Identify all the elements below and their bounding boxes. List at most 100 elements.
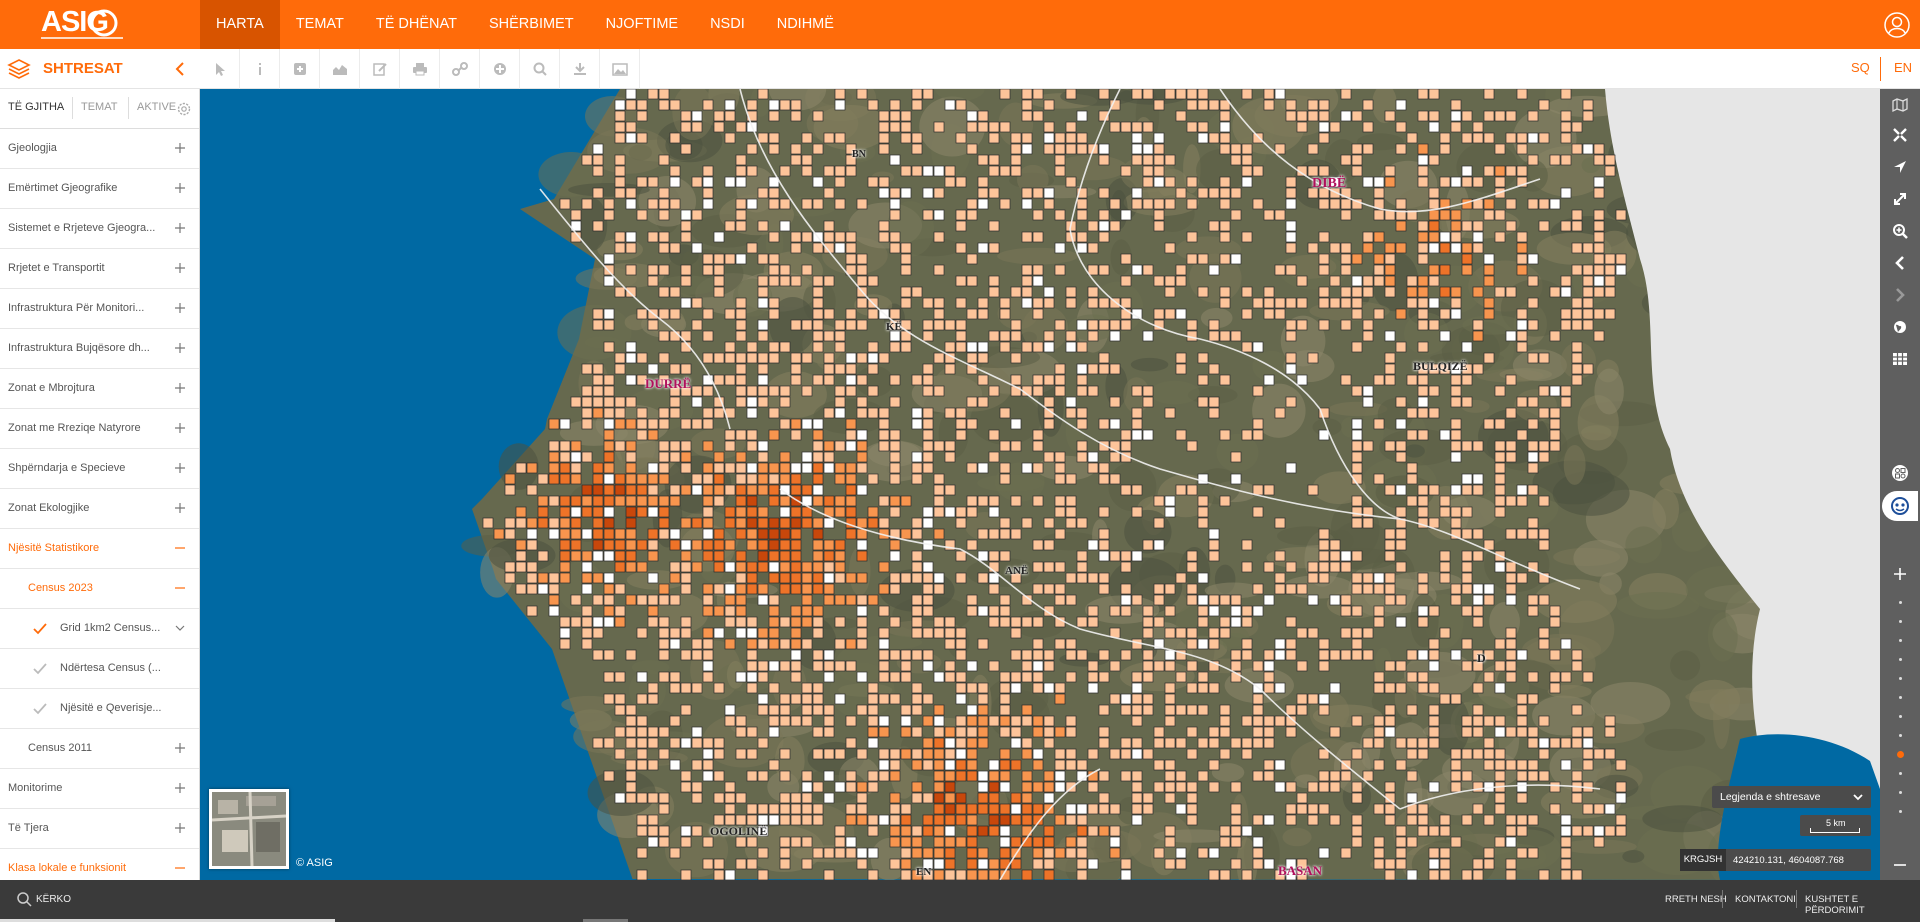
shapes-button[interactable]	[1880, 457, 1920, 489]
layer-row[interactable]: Infrastruktura Bujqësore dh...	[0, 329, 199, 369]
zoom-step[interactable]	[1899, 658, 1902, 661]
check-icon[interactable]	[33, 663, 47, 675]
expand-plus-icon[interactable]	[174, 262, 186, 274]
layer-row[interactable]: Monitorime	[0, 769, 199, 809]
expand-plus-icon[interactable]	[174, 422, 186, 434]
collapse-minus-icon[interactable]	[174, 542, 186, 554]
layer-row[interactable]: Njësitë e Qeverisje...	[0, 689, 199, 729]
footer-link-kontaktoni[interactable]: KONTAKTONI	[1735, 894, 1796, 905]
search-icon[interactable]	[16, 891, 32, 907]
chevron-down-icon[interactable]	[174, 622, 186, 634]
expand-plus-icon[interactable]	[174, 182, 186, 194]
nav-nsdi[interactable]: NSDI	[694, 0, 761, 49]
pointer-tool[interactable]	[200, 49, 240, 89]
basemap-button[interactable]	[1880, 89, 1920, 121]
minimap-thumbnail[interactable]	[209, 789, 289, 869]
expand-button[interactable]	[1880, 183, 1920, 215]
zoom-in-button[interactable]	[1880, 558, 1920, 590]
info-tool[interactable]	[240, 49, 280, 89]
zoom-step[interactable]	[1899, 791, 1902, 794]
zoom-step[interactable]	[1899, 677, 1902, 680]
layer-row[interactable]: Shpërndarja e Specieve	[0, 449, 199, 489]
zoom-out-button[interactable]	[1880, 849, 1920, 881]
tab-temat[interactable]: TEMAT	[81, 101, 117, 113]
print-tool[interactable]	[400, 49, 440, 89]
legend-dropdown[interactable]: Legjenda e shtresave	[1712, 786, 1871, 808]
expand-plus-icon[interactable]	[174, 302, 186, 314]
footer-link-kushtet[interactable]: KUSHTET E PËRDORIMIT	[1805, 894, 1920, 916]
layer-row[interactable]: Zonat Ekologjike	[0, 489, 199, 529]
search-tool[interactable]	[520, 49, 560, 89]
zoom-area-button[interactable]	[1880, 215, 1920, 247]
layer-row[interactable]: Census 2011	[0, 729, 199, 769]
zoom-step[interactable]	[1899, 810, 1902, 813]
layer-row[interactable]: Census 2023	[0, 569, 199, 609]
image-tool[interactable]	[600, 49, 640, 89]
link-tool[interactable]	[440, 49, 480, 89]
globe-button[interactable]	[1880, 311, 1920, 343]
tab-te-gjitha[interactable]: TË GJITHA	[8, 101, 64, 113]
target-tool[interactable]	[480, 49, 520, 89]
fullscreen-button[interactable]	[1880, 119, 1920, 151]
layer-row[interactable]: Të Tjera	[0, 809, 199, 849]
profile-tool[interactable]	[320, 49, 360, 89]
layer-row[interactable]: Ndërtesa Census (...	[0, 649, 199, 689]
expand-plus-icon[interactable]	[174, 382, 186, 394]
tab-aktive[interactable]: AKTIVE	[137, 101, 176, 113]
add-tool[interactable]	[280, 49, 320, 89]
nav-sherbimet[interactable]: SHËRBIMET	[473, 0, 590, 49]
crs-label[interactable]: KRGJSH	[1680, 849, 1726, 871]
expand-plus-icon[interactable]	[174, 742, 186, 754]
assistant-button[interactable]	[1882, 491, 1918, 521]
layer-row[interactable]: Zonat e Mbrojtura	[0, 369, 199, 409]
zoom-step[interactable]	[1899, 772, 1902, 775]
zoom-step[interactable]	[1899, 620, 1902, 623]
expand-plus-icon[interactable]	[174, 782, 186, 794]
layer-row[interactable]: Gjeologjia	[0, 129, 199, 169]
layer-row[interactable]: Grid 1km2 Census...	[0, 609, 199, 649]
language-sq[interactable]: SQ	[1851, 60, 1870, 75]
edit-tool[interactable]	[360, 49, 400, 89]
check-icon[interactable]	[33, 703, 47, 715]
expand-plus-icon[interactable]	[174, 502, 186, 514]
layer-row[interactable]: Njësitë Statistikore	[0, 529, 199, 569]
locate-button[interactable]	[1880, 151, 1920, 183]
nav-te-dhenat[interactable]: TË DHËNAT	[360, 0, 473, 49]
layer-row[interactable]: Sistemet e Rrjeteve Gjeogra...	[0, 209, 199, 249]
map-canvas[interactable]: DIBË BULQIZË DURRË BASAN OGOLINË KË ANË …	[200, 89, 1880, 880]
zoom-step[interactable]	[1899, 639, 1902, 642]
download-tool[interactable]	[560, 49, 600, 89]
layer-row[interactable]: Emërtimet Gjeografike	[0, 169, 199, 209]
language-en[interactable]: EN	[1894, 60, 1912, 75]
grid-button[interactable]	[1880, 343, 1920, 375]
expand-plus-icon[interactable]	[174, 222, 186, 234]
footer-link-rreth-nesh[interactable]: RRETH NESH	[1665, 894, 1727, 905]
expand-plus-icon[interactable]	[174, 822, 186, 834]
expand-plus-icon[interactable]	[174, 142, 186, 154]
nav-ndihme[interactable]: NDIHMË	[761, 0, 850, 49]
layer-row[interactable]: Zonat me Rreziqe Natyrore	[0, 409, 199, 449]
layer-row[interactable]: Infrastruktura Për Monitori...	[0, 289, 199, 329]
zoom-level-marker[interactable]	[1897, 751, 1904, 758]
nav-harta[interactable]: HARTA	[200, 0, 280, 49]
collapse-minus-icon[interactable]	[174, 582, 186, 594]
zoom-step[interactable]	[1899, 734, 1902, 737]
back-button[interactable]	[1880, 247, 1920, 279]
search-label[interactable]: KËRKO	[36, 894, 71, 905]
nav-temat[interactable]: TEMAT	[280, 0, 360, 49]
layer-row[interactable]: Klasa lokale e funksionit	[0, 849, 199, 880]
collapse-minus-icon[interactable]	[174, 862, 186, 874]
nav-njoftime[interactable]: NJOFTIME	[590, 0, 695, 49]
zoom-step[interactable]	[1899, 601, 1902, 604]
user-icon[interactable]	[1884, 12, 1910, 38]
check-icon[interactable]	[33, 623, 47, 635]
asig-logo[interactable]: ASIG	[0, 0, 200, 49]
layer-row[interactable]: Rrjetet e Transportit	[0, 249, 199, 289]
expand-plus-icon[interactable]	[174, 462, 186, 474]
collapse-panel-icon[interactable]	[173, 61, 187, 77]
zoom-step[interactable]	[1899, 715, 1902, 718]
zoom-step[interactable]	[1899, 696, 1902, 699]
expand-plus-icon[interactable]	[174, 342, 186, 354]
forward-button[interactable]	[1880, 279, 1920, 311]
gear-icon[interactable]	[176, 101, 192, 117]
